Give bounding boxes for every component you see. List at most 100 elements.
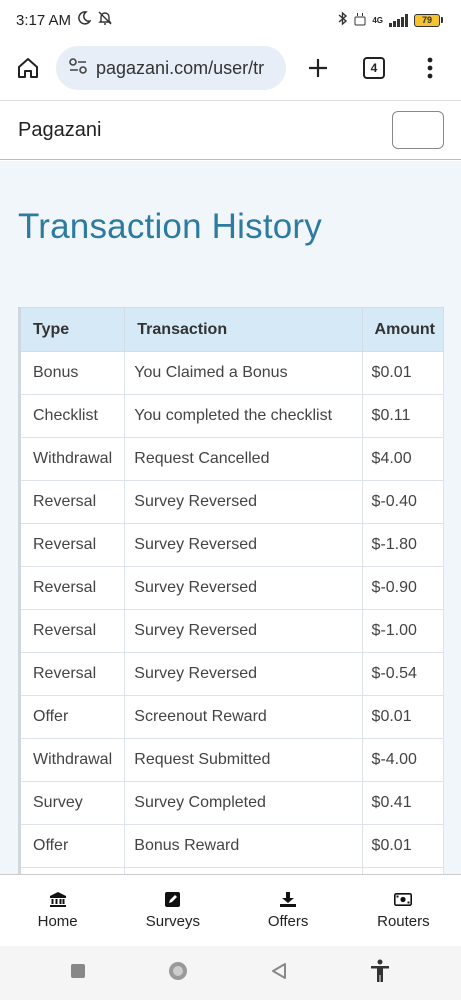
cell-amount: $0.41 xyxy=(361,781,445,825)
table-row: Reversal Survey Reversed $-0.54 xyxy=(17,652,445,696)
table-row: Reversal Survey Reversed $-1.00 xyxy=(17,609,445,653)
status-right: 4G 79 xyxy=(338,11,443,29)
tab-switcher-button[interactable]: 4 xyxy=(346,40,402,96)
cell-amount: $-1.80 xyxy=(361,523,445,567)
cell-transaction: Request Cancelled xyxy=(124,437,363,481)
back-triangle-icon xyxy=(271,962,286,979)
signal-icon xyxy=(389,13,408,27)
table-row: Withdrawal Request Cancelled $4.00 xyxy=(17,437,445,481)
table-row: Reversal Survey Reversed $-1.80 xyxy=(17,523,445,567)
cell-type: Reversal xyxy=(17,480,126,524)
url-bar[interactable]: pagazani.com/user/tr xyxy=(56,46,286,90)
recents-button[interactable] xyxy=(70,963,86,984)
battery-icon: 79 xyxy=(414,13,443,27)
nav-item-routers[interactable]: Routers xyxy=(346,875,461,946)
money-icon xyxy=(394,891,413,907)
nav-label-home: Home xyxy=(37,913,78,930)
cell-transaction: Survey Reversed xyxy=(124,652,363,696)
network-type: 4G xyxy=(372,15,383,25)
cell-type: Reversal xyxy=(17,566,126,610)
edit-icon xyxy=(165,891,181,907)
cell-type: Withdrawal xyxy=(17,437,126,481)
table-row: Checklist You completed the checklist $0… xyxy=(17,394,445,438)
cell-transaction: Survey Completed xyxy=(124,781,363,825)
system-back-button[interactable] xyxy=(270,962,288,985)
cell-amount: $-0.54 xyxy=(361,652,445,696)
navbar-toggle-button[interactable] xyxy=(392,111,444,149)
url-text[interactable]: pagazani.com/user/tr xyxy=(96,58,264,79)
browser-toolbar: pagazani.com/user/tr 4 xyxy=(0,40,461,96)
column-header-amount: Amount xyxy=(361,307,445,352)
column-header-type: Type xyxy=(17,307,126,352)
circle-icon xyxy=(169,961,188,980)
browser-menu-button[interactable] xyxy=(402,40,458,96)
column-header-transaction: Transaction xyxy=(124,307,363,352)
nav-label-surveys: Surveys xyxy=(145,913,200,930)
new-tab-button[interactable] xyxy=(290,40,346,96)
moon-icon xyxy=(77,11,92,29)
table-row: Bonus You Claimed a Bonus $0.01 xyxy=(17,351,445,395)
table-row: Reversal Survey Reversed $-0.40 xyxy=(17,480,445,524)
nav-item-offers[interactable]: Offers xyxy=(231,875,346,946)
cell-type: Checklist xyxy=(17,394,126,438)
table-row: Offer Bonus Reward $0.01 xyxy=(17,824,445,868)
more-vert-icon xyxy=(427,57,433,79)
plus-icon xyxy=(309,59,327,77)
browser-home-button[interactable] xyxy=(0,40,56,96)
cell-transaction: You completed the checklist xyxy=(124,394,363,438)
cell-amount: $0.01 xyxy=(361,824,445,868)
cell-type: Offer xyxy=(17,695,126,739)
volte-icon xyxy=(354,12,366,29)
site-brand[interactable]: Pagazani xyxy=(18,119,101,142)
transaction-table: Type Transaction Amount Bonus You Claime… xyxy=(17,307,445,874)
cell-amount: $0.11 xyxy=(361,394,445,438)
cell-amount: $0.01 xyxy=(361,351,445,395)
cell-transaction: Request Submitted xyxy=(124,738,363,782)
bluetooth-icon xyxy=(338,11,348,29)
table-row: Offer Screenout Reward $0.01 xyxy=(17,695,445,739)
system-home-button[interactable] xyxy=(167,960,189,987)
page-title: Transaction History xyxy=(18,207,322,246)
cell-type: Reversal xyxy=(17,609,126,653)
cell-amount: $0.01 xyxy=(361,695,445,739)
bell-off-icon xyxy=(97,10,113,30)
cell-transaction: Screenout Reward xyxy=(124,695,363,739)
accessibility-button[interactable] xyxy=(369,959,391,988)
status-bar: 3:17 AM 4G 79 xyxy=(0,0,461,40)
nav-item-surveys[interactable]: Surveys xyxy=(115,875,230,946)
table-row: Survey Survey Completed $0.41 xyxy=(17,781,445,825)
bank-icon xyxy=(49,891,66,907)
table-row: Withdrawal Request Submitted $-4.00 xyxy=(17,738,445,782)
cell-transaction: Survey Reversed xyxy=(124,523,363,567)
accessibility-icon xyxy=(370,959,389,982)
main-content: Transaction History Type Transaction Amo… xyxy=(0,161,461,874)
home-icon xyxy=(18,58,38,78)
download-icon xyxy=(280,891,297,907)
cell-transaction: Survey Reversed xyxy=(124,480,363,524)
nav-label-routers: Routers xyxy=(377,913,430,930)
cell-amount: $-0.40 xyxy=(361,480,445,524)
cell-amount: $-0.90 xyxy=(361,566,445,610)
cell-transaction: You Claimed a Bonus xyxy=(124,351,363,395)
cell-amount: $4.00 xyxy=(361,437,445,481)
cell-type: Offer xyxy=(17,824,126,868)
nav-label-offers: Offers xyxy=(267,913,309,930)
battery-level: 79 xyxy=(414,13,440,27)
transaction-table-wrapper: Type Transaction Amount Bonus You Claime… xyxy=(17,307,445,874)
cell-transaction: Bonus Reward xyxy=(124,824,363,868)
table-header-row: Type Transaction Amount xyxy=(17,307,445,352)
site-settings-icon[interactable] xyxy=(68,57,88,80)
site-header: Pagazani xyxy=(0,100,461,160)
tab-count: 4 xyxy=(363,57,385,79)
square-icon xyxy=(71,963,86,978)
cell-type: Bonus xyxy=(17,351,126,395)
cell-type: Withdrawal xyxy=(17,738,126,782)
cell-amount: $-1.00 xyxy=(361,609,445,653)
cell-type: Reversal xyxy=(17,523,126,567)
nav-item-home[interactable]: Home xyxy=(0,875,115,946)
table-row: Reversal Survey Reversed $-0.90 xyxy=(17,566,445,610)
cell-amount: $-4.00 xyxy=(361,738,445,782)
cell-type: Reversal xyxy=(17,652,126,696)
system-nav-bar xyxy=(0,946,461,1000)
status-time: 3:17 AM xyxy=(16,11,72,29)
